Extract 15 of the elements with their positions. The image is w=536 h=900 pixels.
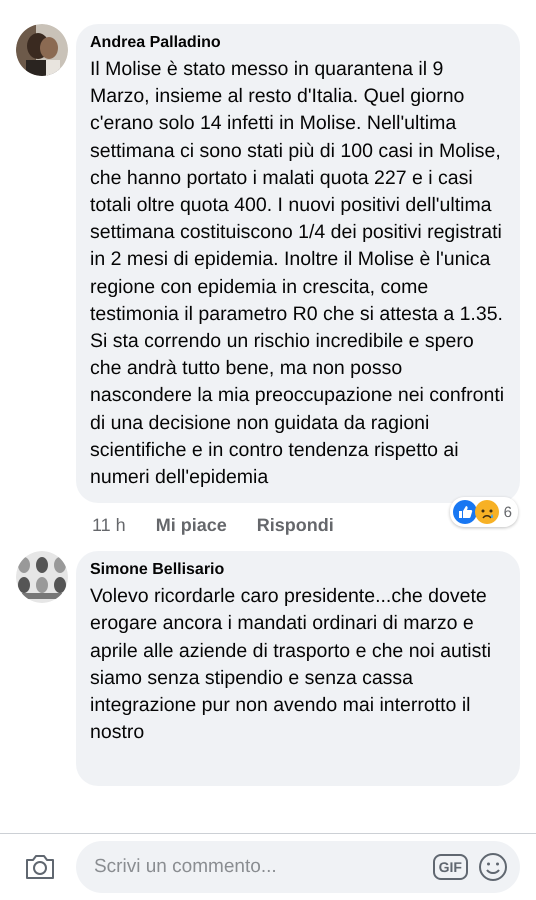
reaction-count: 6 — [504, 504, 512, 521]
comment-field[interactable]: Scrivi un commento... GIF — [76, 841, 520, 893]
comment-text: Volevo ricordarle caro presidente...che dovete erogare ancora i mandati ordinari di marzo e aprile alle aziende di trasporto e che noi autisti siamo senza stipendio e senza cassa integrazione pur non avendo mai interrotto il nostro — [90, 584, 492, 746]
comment-time: 11 h — [92, 514, 126, 536]
smiley-icon[interactable] — [478, 852, 508, 882]
reactions-pill[interactable]: 6 — [450, 497, 518, 528]
author-name[interactable]: Andrea Palladino — [90, 34, 506, 52]
gif-button[interactable]: GIF — [432, 854, 468, 880]
author-name[interactable]: Simone Bellisario — [90, 561, 506, 580]
thumbs-up-icon — [452, 500, 477, 524]
comment-action[interactable]: Mi piace — [156, 514, 227, 536]
sad-face-icon — [474, 500, 499, 524]
comment-text: Il Molise è stato messo in quarantena il 9 Marzo, insieme al resto d'Italia. Quel giorno c'erano solo 14 infetti in Molise. Nell'ultima settimana ci sono stati più di 100 casi in Molise, che hanno portato i malati quota 227 e i casi totali oltre quota 400. I nuovi positivi dell'ultima settimana costituiscono 1/4 dei positivi registrati in 2 mesi di epidemia. Inoltre il Molise è l'unica regione con epidemia in crescita, come testimonia il parametro R0 che si attesta a 1.35. Si sta correndo un rischio incredibile e spero che andrà tutto bene, ma non posso nascondere la mia preoccupazione nei confronti di una decisione non guidata da ragioni scientifiche e in contro tendenza rispetto ai numeri dell'epidemia — [90, 57, 506, 490]
camera-icon[interactable] — [24, 853, 56, 881]
comment-action[interactable]: Rispondi — [256, 514, 334, 536]
